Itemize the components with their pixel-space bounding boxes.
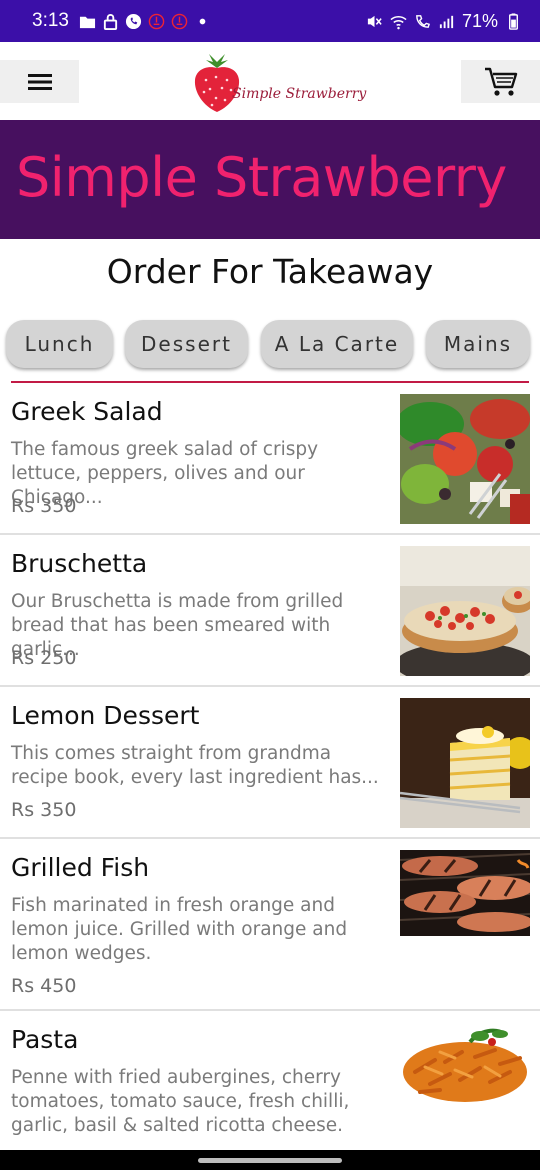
item-price: Rs 350 — [11, 799, 77, 821]
menu-item-lemon-dessert[interactable]: Lemon Dessert This comes straight from g… — [0, 687, 540, 839]
item-description: Penne with fried aubergines, cherry toma… — [11, 1067, 350, 1136]
item-price: Rs 450 — [11, 975, 77, 997]
home-gesture-handle[interactable] — [198, 1158, 342, 1163]
order-heading: Order For Takeaway — [106, 252, 434, 291]
status-right-icons: 71% — [366, 11, 522, 32]
item-name: Lemon Dessert — [11, 701, 200, 730]
navigation-bar — [0, 1150, 540, 1170]
app-screen: 3:13 71% Simple Strawberry Simple Strawb… — [0, 0, 540, 1170]
item-price: Rs 350 — [11, 495, 77, 517]
mute-icon — [367, 15, 382, 27]
shopping-cart-icon — [484, 67, 517, 96]
item-description: Fish marinated in fresh orange and lemon… — [11, 895, 348, 964]
category-chip-a-la-carte[interactable]: A La Carte — [261, 320, 413, 368]
folder-icon — [79, 16, 96, 28]
lock-icon — [103, 13, 118, 30]
wifi-calling-icon — [416, 14, 430, 28]
category-chip-mains[interactable]: Mains — [426, 320, 530, 368]
hero-banner: Simple Strawberry — [0, 120, 540, 239]
lemon-dessert-photo — [400, 698, 530, 828]
pasta-photo — [400, 1022, 530, 1108]
bruschetta-photo — [400, 546, 530, 676]
app-bar: Simple Strawberry — [0, 42, 540, 120]
dot-icon — [199, 18, 206, 24]
hamburger-menu-icon — [27, 73, 52, 90]
item-name: Pasta — [11, 1025, 79, 1054]
menu-item-greek-salad[interactable]: Greek Salad The famous greek salad of cr… — [0, 383, 540, 535]
logo-text: Simple Strawberry — [232, 86, 367, 102]
app-notification-icon — [171, 13, 188, 29]
category-chip-lunch[interactable]: Lunch — [6, 320, 113, 368]
hero-title: Simple Strawberry — [16, 146, 507, 209]
grilled-fish-photo — [400, 850, 530, 936]
signal-icon — [439, 15, 454, 28]
app-notification-icon — [148, 13, 165, 29]
status-left-icons — [79, 13, 211, 30]
item-name: Greek Salad — [11, 397, 163, 426]
item-price: Rs 250 — [11, 647, 77, 669]
menu-item-pasta[interactable]: Pasta Penne with fried aubergines, cherr… — [0, 1011, 540, 1151]
whatsapp-icon — [125, 13, 142, 29]
category-chips: Lunch Dessert A La Carte Mains — [0, 320, 540, 368]
status-bar: 3:13 71% — [0, 0, 540, 42]
item-name: Bruschetta — [11, 549, 148, 578]
item-name: Grilled Fish — [11, 853, 150, 882]
menu-item-grilled-fish[interactable]: Grilled Fish Fish marinated in fresh ora… — [0, 839, 540, 1011]
battery-icon — [509, 12, 518, 30]
cart-button[interactable] — [461, 60, 540, 103]
logo: Simple Strawberry — [192, 50, 366, 116]
battery-percent: 71% — [461, 10, 498, 31]
menu-button[interactable] — [0, 60, 79, 103]
category-chip-dessert[interactable]: Dessert — [125, 320, 248, 368]
status-time: 3:13 — [32, 10, 69, 31]
greek-salad-photo — [400, 394, 530, 524]
item-description: This comes straight from grandma recipe … — [11, 743, 379, 788]
wifi-icon — [390, 15, 407, 29]
menu-item-bruschetta[interactable]: Bruschetta Our Bruschetta is made from g… — [0, 535, 540, 687]
strawberry-logo-icon — [194, 54, 240, 112]
